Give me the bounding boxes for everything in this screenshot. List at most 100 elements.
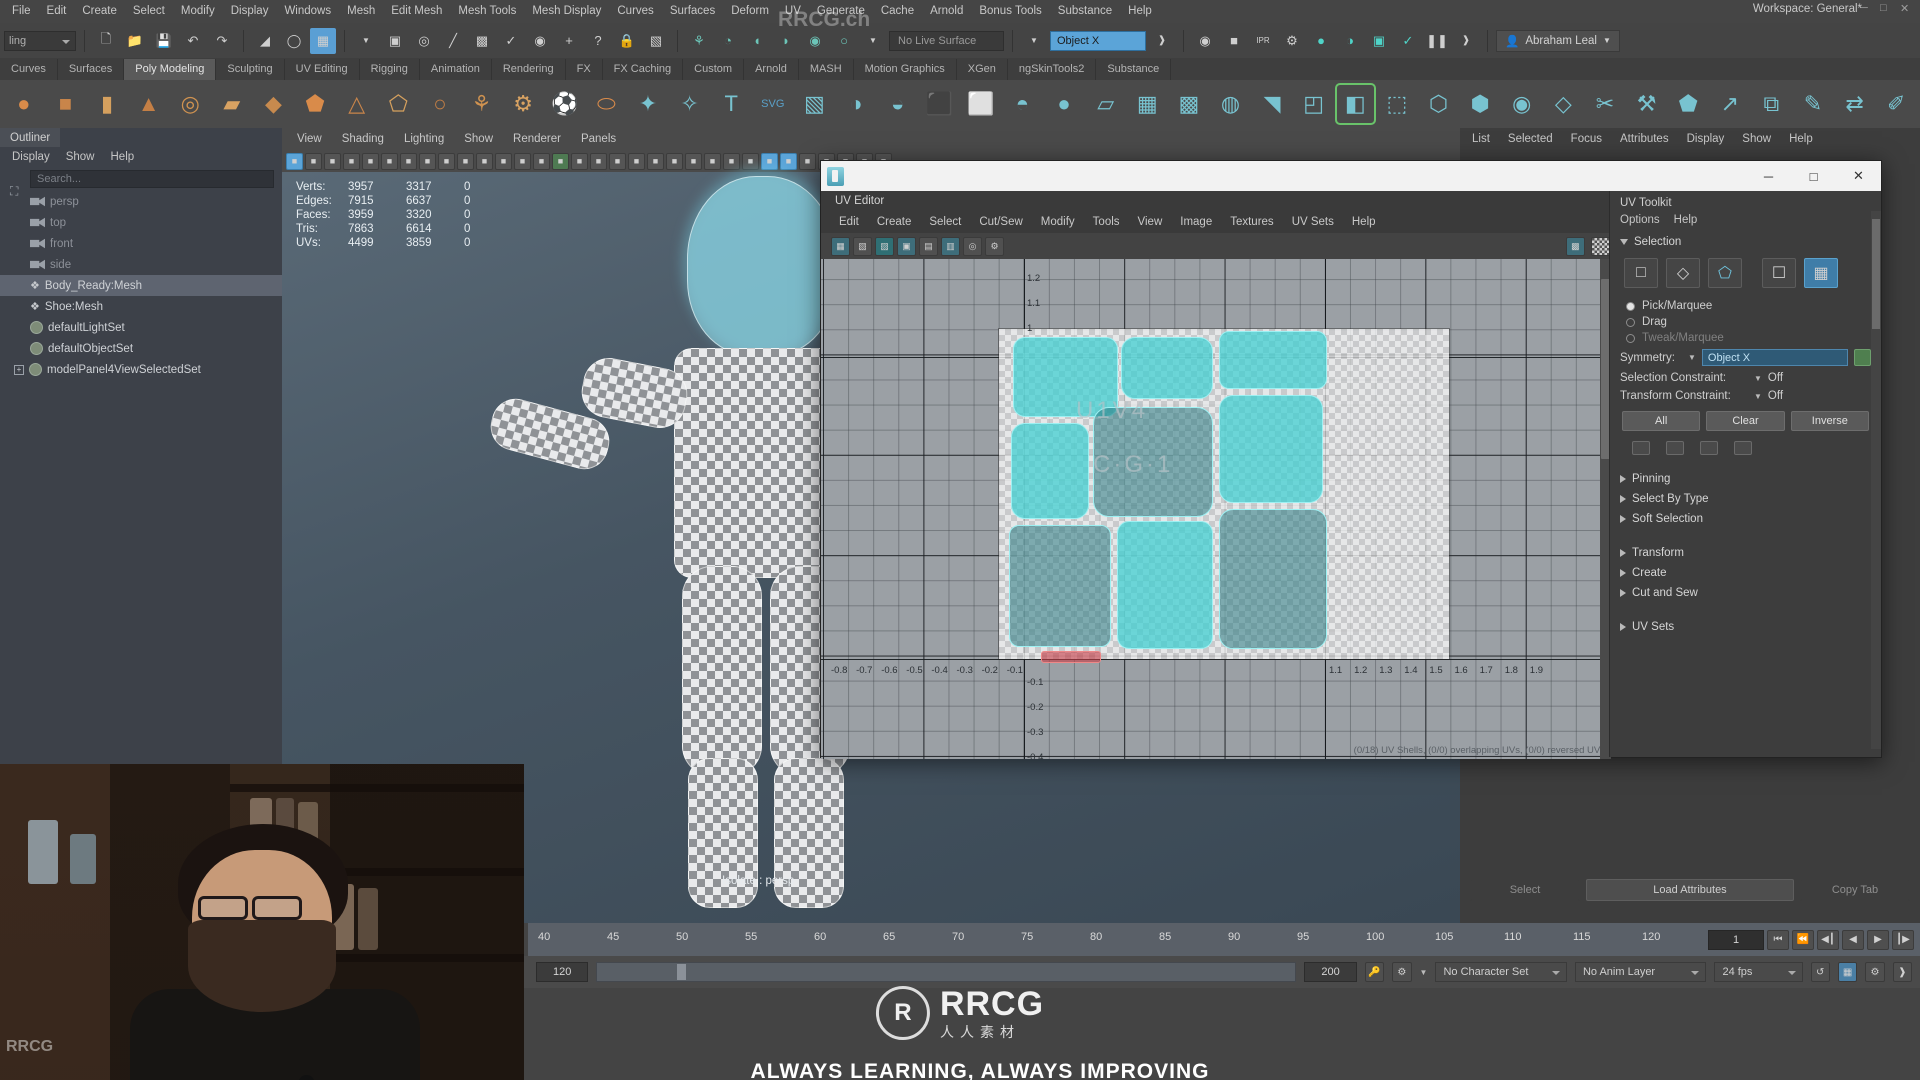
render-sequence2-icon[interactable]: ▣: [1366, 28, 1392, 54]
shelf-tab-rigging[interactable]: Rigging: [360, 59, 420, 80]
render-blank-icon[interactable]: ■: [1221, 28, 1247, 54]
uv-menu-create[interactable]: Create: [869, 214, 920, 230]
smooth-mesh-icon[interactable]: ◍: [1212, 85, 1250, 123]
uv-menu-tools[interactable]: Tools: [1085, 214, 1128, 230]
outliner-item-defaultobjectset[interactable]: defaultObjectSet: [0, 338, 282, 359]
attr-menu-help[interactable]: Help: [1789, 133, 1813, 145]
uv-shell-select-icon[interactable]: ◇: [1666, 258, 1700, 288]
retopologize-icon[interactable]: ▩: [1170, 85, 1208, 123]
poly-plane-icon[interactable]: ▰: [213, 85, 251, 123]
mirror-icon[interactable]: ◧: [1334, 83, 1377, 125]
film-gate-icon[interactable]: ■: [438, 152, 455, 170]
invert-selection-button[interactable]: Inverse: [1790, 411, 1869, 431]
shelf-tab-rendering[interactable]: Rendering: [492, 59, 566, 80]
attr-load-attributes-button[interactable]: Load Attributes: [1586, 879, 1794, 901]
close-button[interactable]: ✕: [1836, 161, 1881, 191]
poly-prism-icon[interactable]: ⬠: [379, 85, 417, 123]
uv-menu-cut-sew[interactable]: Cut/Sew: [971, 214, 1030, 230]
lock-icon[interactable]: 🔒: [614, 28, 640, 54]
attr-copy-tab-button[interactable]: Copy Tab: [1800, 879, 1910, 901]
range-end-field[interactable]: 200: [1304, 962, 1357, 982]
render-view2-icon[interactable]: ◑: [1337, 28, 1363, 54]
shelf-tab-fx-caching[interactable]: FX Caching: [603, 59, 684, 80]
outliner-item-side[interactable]: side: [0, 254, 282, 275]
step-back-key-button[interactable]: ⏪: [1792, 929, 1814, 950]
smooth-tool-icon[interactable]: ✧: [671, 85, 709, 123]
shelf-tab-motion-graphics[interactable]: Motion Graphics: [854, 59, 957, 80]
step-forward-frame-button[interactable]: ┃▶: [1892, 929, 1914, 950]
attr-select-button[interactable]: Select: [1470, 879, 1580, 901]
grow-selection-icon[interactable]: [1666, 441, 1684, 455]
chevron-down-icon[interactable]: ▼: [353, 28, 379, 54]
uv-shell[interactable]: [1219, 509, 1327, 649]
arnold-render-icon[interactable]: ✓: [1395, 28, 1421, 54]
uv-face-select-icon[interactable]: ⬠: [1708, 258, 1742, 288]
render-current-frame-icon[interactable]: ◉: [1192, 28, 1218, 54]
shelf-tab-animation[interactable]: Animation: [420, 59, 492, 80]
poly-cylinder-icon[interactable]: ▮: [88, 85, 126, 123]
save-scene-icon[interactable]: 💾: [151, 28, 177, 54]
expand-timeline-icon[interactable]: ❱: [1892, 962, 1913, 982]
snap-view-plane-icon[interactable]: ✓: [498, 28, 524, 54]
uv-menu-uv-sets[interactable]: UV Sets: [1284, 214, 1342, 230]
toolkit-section-uv-sets[interactable]: UV Sets: [1610, 617, 1881, 637]
ipr-render-icon[interactable]: IPR: [1250, 28, 1276, 54]
outliner-menu-help[interactable]: Help: [111, 151, 135, 163]
toolkit-section-pinning[interactable]: Pinning: [1610, 469, 1881, 489]
viewport-menu-renderer[interactable]: Renderer: [504, 131, 570, 147]
separate-icon[interactable]: ⬜: [962, 85, 1000, 123]
uv-grid-canvas[interactable]: U1V4 C·G·1 -0.8 -0.7 -0.6 -0.5 -0.4 -0.3 -0.2-…: [821, 259, 1611, 759]
uv-menu-edit[interactable]: Edit: [831, 214, 867, 230]
symmetry-toggle-icon[interactable]: [1854, 349, 1871, 366]
shelf-tab-custom[interactable]: Custom: [683, 59, 745, 80]
pause-icon[interactable]: ❚❚: [1424, 28, 1450, 54]
toolkit-radio-tweak-marquee[interactable]: Tweak/Marquee: [1610, 330, 1881, 346]
select-by-object-icon[interactable]: ◯: [281, 28, 307, 54]
toolkit-radio-drag[interactable]: Drag: [1610, 314, 1881, 330]
uv-shell[interactable]: [1041, 651, 1101, 663]
combine-icon[interactable]: ⬛: [920, 85, 958, 123]
attr-menu-focus[interactable]: Focus: [1571, 133, 1602, 145]
multicut-icon[interactable]: ✂: [1586, 85, 1624, 123]
shelf-tab-ngskintools2[interactable]: ngSkinTools2: [1008, 59, 1097, 80]
select-shell-icon[interactable]: [1734, 441, 1752, 455]
attr-menu-selected[interactable]: Selected: [1508, 133, 1553, 145]
text-tool-icon[interactable]: T: [712, 85, 750, 123]
uv-editor-title-bar[interactable]: ─ □ ✕: [821, 161, 1881, 191]
bevel-icon[interactable]: ⬡: [1420, 85, 1458, 123]
select-by-hierarchy-icon[interactable]: ◢: [252, 28, 278, 54]
toolkit-menu-options[interactable]: Options: [1620, 214, 1660, 226]
select-by-component-icon[interactable]: ▦: [310, 27, 336, 54]
type-tool-icon[interactable]: ▧: [796, 85, 834, 123]
chevron-down-icon-3[interactable]: ▼: [1021, 28, 1047, 54]
construction-history-icon[interactable]: ◉: [527, 28, 553, 54]
append-poly-icon[interactable]: ⬟: [1669, 85, 1707, 123]
chevron-down-icon-symmetry[interactable]: ▼: [1688, 353, 1696, 362]
play-forwards-button[interactable]: ▶: [1867, 929, 1889, 950]
select-mask-icon[interactable]: ▧: [643, 28, 669, 54]
clear-selection-button[interactable]: Clear: [1706, 411, 1785, 431]
shelf-tab-fx[interactable]: FX: [566, 59, 603, 80]
current-frame-field[interactable]: 1: [1708, 929, 1764, 950]
uv-display-icon[interactable]: ▦: [831, 236, 850, 256]
select-shell-border-icon[interactable]: [1700, 441, 1718, 455]
lasso-tool-icon[interactable]: ■: [305, 152, 322, 170]
outliner-item-top[interactable]: top: [0, 212, 282, 233]
viewport-menu-show[interactable]: Show: [455, 131, 502, 147]
open-scene-icon[interactable]: 📁: [122, 28, 148, 54]
outliner-filter-icon[interactable]: ⛶: [10, 184, 18, 199]
menu-set-selector[interactable]: ling: [4, 30, 76, 51]
boolean-union-icon[interactable]: ◑: [837, 85, 875, 123]
redo-icon[interactable]: ↷: [209, 28, 235, 54]
user-account-button[interactable]: 👤 Abraham Leal ▼: [1496, 29, 1620, 52]
uv-shell[interactable]: [1117, 521, 1213, 649]
toolkit-scrollbar-thumb[interactable]: [1872, 219, 1880, 329]
resolution-gate-icon[interactable]: ■: [457, 152, 474, 170]
viewport-menu-panels[interactable]: Panels: [572, 131, 625, 147]
toolkit-menu-help[interactable]: Help: [1674, 214, 1698, 226]
uv-distortion-icon[interactable]: ▨: [875, 236, 894, 256]
auto-key-icon[interactable]: 🔑: [1364, 962, 1385, 982]
uv-checker-icon[interactable]: ▥: [941, 236, 960, 256]
attr-menu-list[interactable]: List: [1472, 133, 1490, 145]
poly-sphere-icon[interactable]: ●: [5, 85, 43, 123]
